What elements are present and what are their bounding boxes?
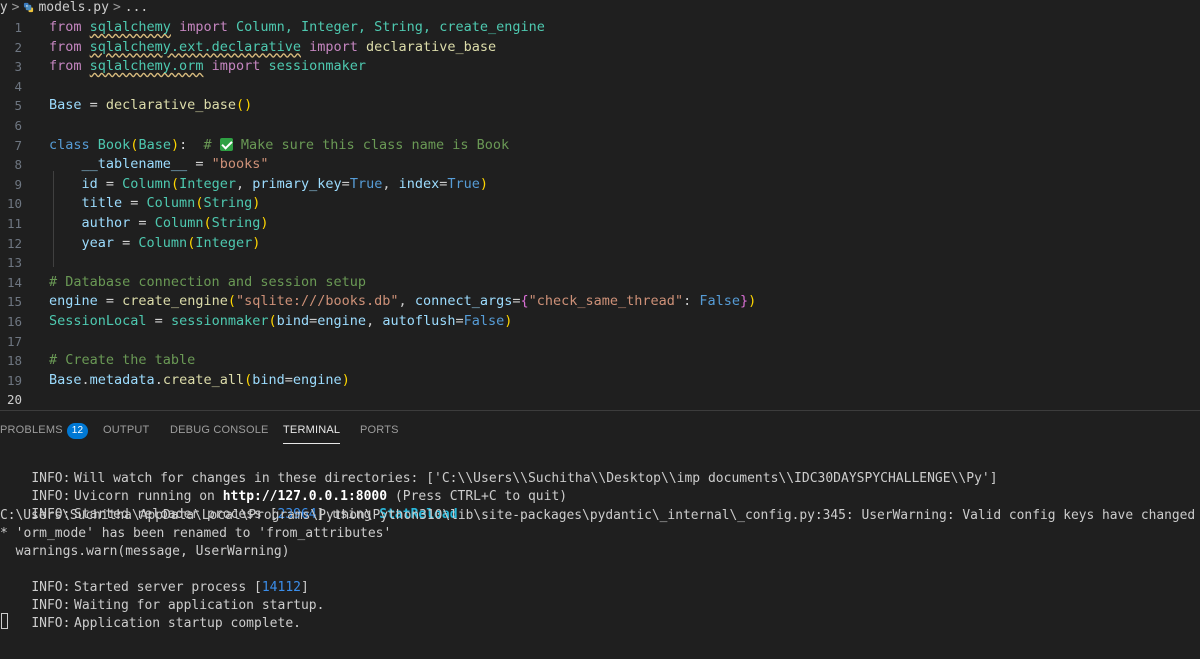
code-line[interactable]: 12 year = Column(Integer) [0, 234, 1200, 254]
tab-terminal[interactable]: TERMINAL [283, 416, 341, 444]
breadcrumb-folder[interactable]: Py [0, 0, 8, 16]
code-line[interactable]: 20 [0, 390, 1200, 410]
code-line[interactable]: 5 Base = declarative_base() [0, 96, 1200, 116]
terminal-line: C:\Users\Suchitha\AppData\Local\Programs… [0, 508, 1200, 523]
line-number: 15 [6, 294, 22, 310]
tab-problems[interactable]: PROBLEMS 12 [0, 416, 89, 444]
line-number: 10 [6, 196, 22, 212]
breadcrumb: Py>models.py>... [0, 0, 1200, 16]
terminal-line: INFO: Will watch for changes in these dir… [31, 471, 998, 486]
panel-tabs: PROBLEMS 12 OUTPUT DEBUG CONSOLE TERMINAL… [0, 416, 1200, 444]
line-number: 9 [14, 176, 22, 192]
line-number: 14 [6, 274, 22, 290]
chevron-right-icon: > [112, 0, 121, 15]
terminal-line: INFO: Application startup complete. [31, 616, 301, 631]
problems-count-badge: 12 [66, 423, 89, 439]
line-number: 4 [14, 78, 22, 94]
code-line[interactable]: 4 [0, 77, 1200, 97]
code-line[interactable]: 19 Base.metadata.create_all(bind=engine) [0, 371, 1200, 391]
terminal-line: * 'orm_mode' has been renamed to 'from_a… [0, 526, 392, 541]
line-number: 17 [6, 333, 22, 349]
panel-divider[interactable] [0, 410, 1200, 411]
code-line[interactable]: 9 id = Column(Integer, primary_key=True,… [0, 175, 1200, 195]
terminal-line: INFO: Started reloader process [23964] us… [31, 507, 458, 522]
code-line[interactable]: 8 __tablename__ = "books" [0, 155, 1200, 175]
code-line[interactable]: 6 [0, 116, 1200, 136]
tab-ports[interactable]: PORTS [360, 416, 399, 444]
line-number: 3 [14, 59, 22, 75]
chevron-right-icon: > [11, 0, 20, 15]
code-line[interactable]: 18 # Create the table [0, 351, 1200, 371]
line-number: 1 [14, 20, 22, 35]
code-line[interactable]: 2 from sqlalchemy.ext.declarative import… [0, 38, 1200, 58]
server-url-link[interactable]: http://127.0.0.1:8000 [223, 489, 387, 504]
terminal-line: INFO: Started server process [14112] [31, 580, 309, 595]
tab-debug-console[interactable]: DEBUG CONSOLE [170, 416, 269, 444]
line-number: 16 [6, 314, 22, 329]
code-line[interactable]: 17 [0, 332, 1200, 352]
line-number: 18 [6, 353, 22, 369]
terminal-line: INFO: Waiting for application startup. [31, 598, 325, 613]
code-line[interactable]: 7 class Book(Base): # Make sure this cla… [0, 136, 1200, 156]
breadcrumb-more[interactable]: ... [125, 0, 148, 16]
line-number: 19 [6, 372, 22, 388]
tab-output[interactable]: OUTPUT [103, 416, 149, 444]
code-line[interactable]: 11 author = Column(String) [0, 214, 1200, 234]
line-number: 5 [14, 98, 22, 114]
line-number: 7 [14, 137, 22, 153]
terminal-line: INFO: Uvicorn running on http://127.0.0.1… [31, 489, 568, 504]
checkmark-emoji-icon [219, 137, 233, 151]
line-number: 13 [6, 255, 22, 271]
code-line[interactable]: 16 SessionLocal = sessionmaker(bind=engi… [0, 312, 1200, 332]
line-number: 2 [14, 39, 22, 55]
code-editor[interactable]: 1 from sqlalchemy import Column, Integer… [0, 16, 1200, 410]
code-line[interactable]: 13 [0, 253, 1200, 273]
terminal-output[interactable]: INFO: Will watch for changes in these dir… [0, 452, 1200, 659]
breadcrumb-file[interactable]: models.py [38, 0, 108, 16]
code-line[interactable]: 10 title = Column(String) [0, 194, 1200, 214]
line-number: 6 [14, 118, 22, 133]
python-file-icon [24, 2, 34, 13]
code-line[interactable]: 15 engine = create_engine("sqlite:///boo… [0, 292, 1200, 312]
line-number: 12 [6, 235, 22, 251]
terminal-line: warnings.warn(message, UserWarning) [0, 544, 290, 559]
terminal-cursor [1, 613, 8, 629]
line-number: 11 [6, 216, 22, 231]
code-line[interactable]: 14 # Database connection and session set… [0, 273, 1200, 293]
line-number: 20 [6, 392, 22, 408]
code-line[interactable]: 3 from sqlalchemy.orm import sessionmake… [0, 57, 1200, 77]
line-number: 8 [14, 157, 22, 173]
code-line[interactable]: 1 from sqlalchemy import Column, Integer… [0, 18, 1200, 38]
